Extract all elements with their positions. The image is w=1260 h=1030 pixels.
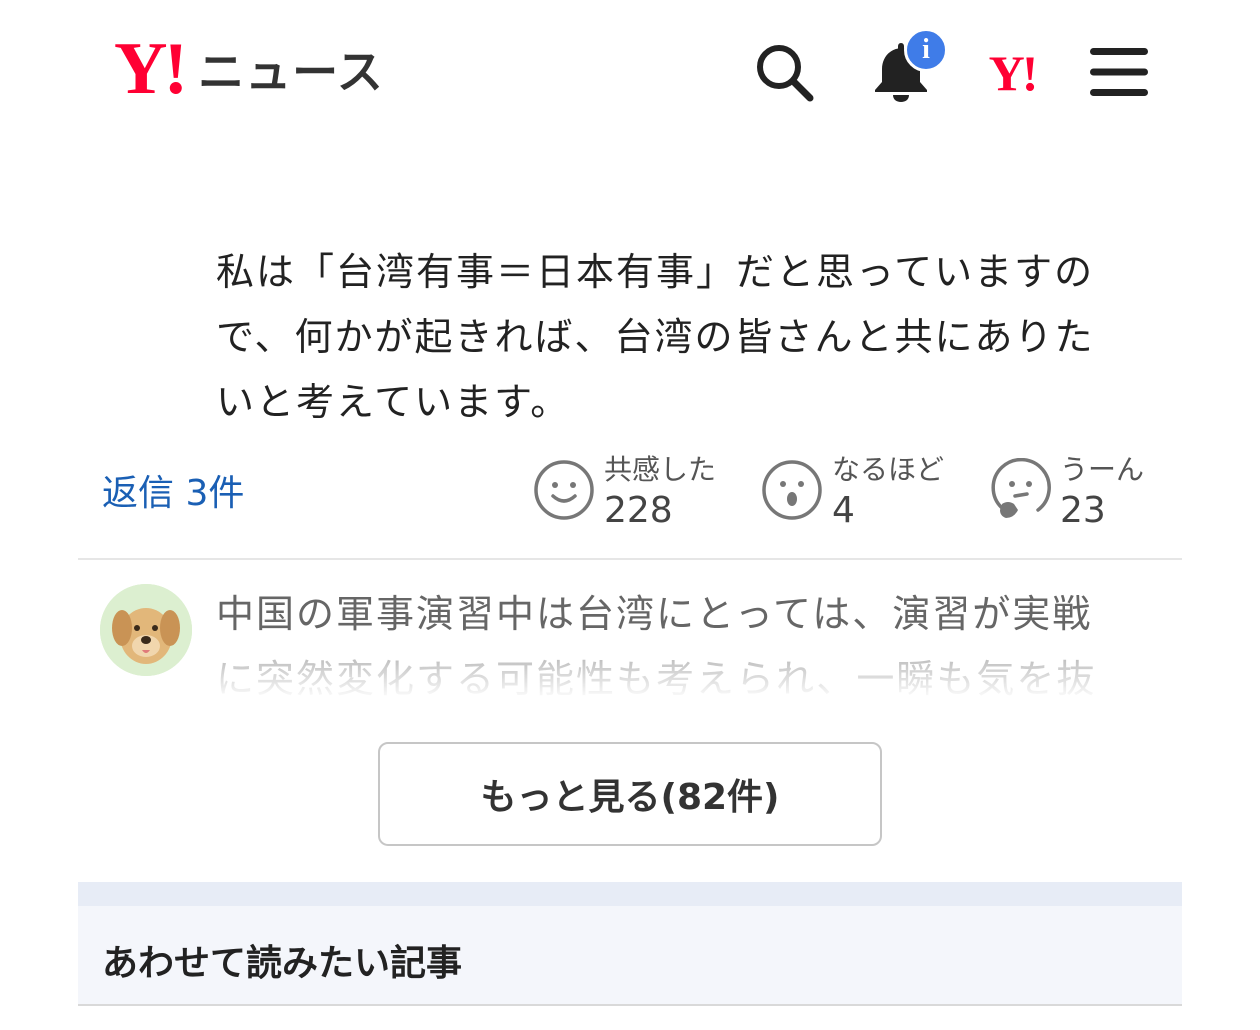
comment-line: で、何かが起きれば、台湾の皆さんと共にありた	[216, 315, 1095, 359]
user-avatar[interactable]	[100, 584, 192, 676]
reaction-label: 共感した	[604, 453, 717, 486]
yahoo-id-icon: Y!	[988, 45, 1039, 101]
reaction-insightful-button[interactable]: なるほど 4	[760, 446, 960, 536]
yahoo-id-button[interactable]: Y!	[972, 40, 1052, 106]
related-articles-section: あわせて読みたい記事	[78, 882, 1182, 1006]
reaction-empathize-button[interactable]: 共感した 228	[532, 446, 732, 536]
show-more-comments-button[interactable]: もっと見る(82件)	[378, 742, 882, 846]
reaction-label: なるほど	[832, 453, 945, 486]
reaction-doubtful-button[interactable]: うーん 23	[988, 446, 1168, 536]
reaction-count: 228	[604, 490, 673, 531]
comment-divider	[78, 558, 1182, 560]
yahoo-news-logo[interactable]: Y! ニュース	[114, 28, 384, 110]
reaction-label: うーん	[1060, 453, 1145, 486]
reaction-count: 23	[1060, 490, 1106, 531]
surprised-face-icon	[762, 460, 822, 520]
menu-button[interactable]	[1086, 42, 1152, 102]
notification-badge: i	[904, 28, 948, 72]
comment-line: 私は「台湾有事＝日本有事」だと思っていますの	[216, 250, 1095, 294]
comment-line: に突然変化する可能性も考えられ、一瞬も気を抜	[216, 657, 1097, 701]
next-comment-preview[interactable]: 中国の軍事演習中は台湾にとっては、演習が実戦 に突然変化する可能性も考えられ、一…	[216, 582, 1176, 712]
logo-mark: Y!	[114, 28, 188, 110]
comment-text: 私は「台湾有事＝日本有事」だと思っていますの で、何かが起きれば、台湾の皆さんと…	[216, 240, 1176, 435]
comment-line: 中国の軍事演習中は台湾にとっては、演習が実戦	[216, 592, 1093, 636]
thinking-face-icon	[991, 458, 1051, 518]
section-top-strip	[78, 882, 1182, 906]
comment-line: いと考えています。	[216, 380, 571, 424]
logo-text: ニュース	[198, 45, 384, 99]
related-articles-title: あわせて読みたい記事	[102, 943, 463, 984]
section-bottom-divider	[78, 1004, 1182, 1006]
search-icon	[757, 45, 814, 102]
reply-link[interactable]: 返信 3件	[102, 464, 244, 516]
dog-avatar-icon	[100, 584, 192, 676]
search-button[interactable]	[752, 40, 818, 106]
reaction-count: 4	[832, 490, 855, 531]
hamburger-menu-icon	[1090, 48, 1148, 96]
smile-face-icon	[534, 460, 594, 520]
